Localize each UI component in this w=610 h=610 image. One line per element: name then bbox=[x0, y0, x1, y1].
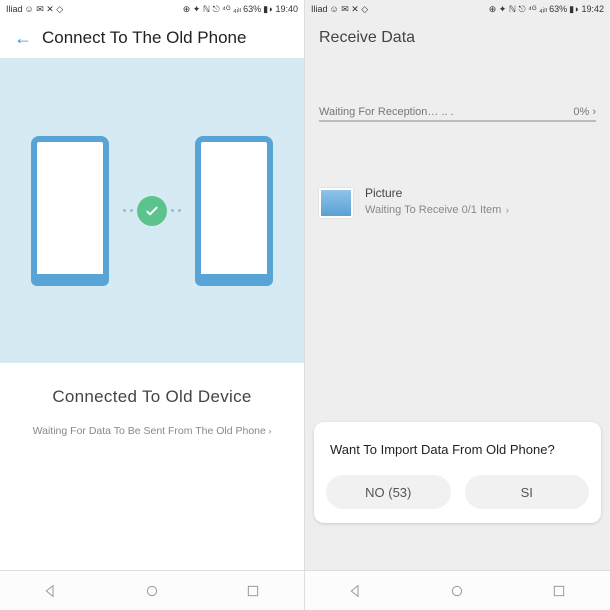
progress-label: Waiting For Reception… .. . bbox=[319, 106, 454, 118]
time-label: 19:42 bbox=[581, 4, 604, 14]
status-signal-icons: ⊕ ✦ ℕ ⎋ ⁴ᴳ ₄ᵢₗₗ bbox=[489, 4, 547, 15]
carrier-label: Iliad bbox=[311, 4, 328, 14]
back-arrow-icon[interactable]: ← bbox=[14, 28, 34, 49]
waiting-subtitle: Waiting For Data To Be Sent From The Old… bbox=[10, 425, 294, 437]
status-bar: Iliad ☺ ✉ ✕ ◇ ⊕ ✦ ℕ ⎋ ⁴ᴳ ₄ᵢₗₗ 63% ▮◗ 19:… bbox=[0, 0, 304, 18]
info-area: Connected To Old Device Waiting For Data… bbox=[0, 363, 304, 570]
yes-button[interactable]: SI bbox=[465, 475, 590, 509]
battery-icon: ▮◗ bbox=[569, 4, 579, 15]
header: Receive Data bbox=[305, 18, 610, 58]
nav-home-button[interactable] bbox=[437, 583, 477, 599]
dialog-text: Want To Import Data From Old Phone? bbox=[326, 442, 589, 457]
chevron-right-icon: › bbox=[503, 205, 509, 215]
chevron-right-icon: › bbox=[266, 426, 272, 436]
page-title: Receive Data bbox=[319, 29, 415, 47]
battery-label: 63% bbox=[243, 4, 261, 14]
list-item[interactable]: Picture Waiting To Receive 0/1 Item › bbox=[305, 126, 610, 218]
progress-bar bbox=[319, 120, 596, 122]
connection-illustration bbox=[0, 58, 304, 363]
battery-label: 63% bbox=[549, 4, 567, 14]
item-title: Picture bbox=[365, 186, 596, 200]
status-signal-icons: ⊕ ✦ ℕ ⎋ ⁴ᴳ ₄ᵢₗₗ bbox=[183, 4, 241, 15]
status-misc-icons: ☺ ✉ ✕ ◇ bbox=[330, 4, 369, 15]
nav-recents-button[interactable] bbox=[539, 583, 579, 599]
nav-back-button[interactable] bbox=[336, 583, 376, 599]
connected-title: Connected To Old Device bbox=[10, 387, 294, 407]
check-circle-icon bbox=[137, 196, 167, 226]
no-button[interactable]: NO (53) bbox=[326, 475, 451, 509]
picture-icon bbox=[319, 188, 353, 218]
progress-section: Waiting For Reception… .. . 0% › bbox=[305, 58, 610, 126]
carrier-label: Iliad bbox=[6, 4, 23, 14]
nav-recents-button[interactable] bbox=[233, 583, 273, 599]
status-misc-icons: ☺ ✉ ✕ ◇ bbox=[25, 4, 64, 15]
page-title: Connect To The Old Phone bbox=[42, 28, 246, 48]
nav-bar bbox=[0, 570, 304, 610]
new-phone-icon bbox=[195, 136, 273, 286]
header: ← Connect To The Old Phone bbox=[0, 18, 304, 58]
time-label: 19:40 bbox=[275, 4, 298, 14]
status-bar: Iliad ☺ ✉ ✕ ◇ ⊕ ✦ ℕ ⎋ ⁴ᴳ ₄ᵢₗₗ 63% ▮◗ 19:… bbox=[305, 0, 610, 18]
battery-icon: ▮◗ bbox=[263, 4, 273, 15]
progress-percent: 0% › bbox=[573, 106, 596, 118]
item-status: Waiting To Receive 0/1 Item › bbox=[365, 204, 596, 216]
old-phone-icon bbox=[31, 136, 109, 286]
nav-back-button[interactable] bbox=[31, 583, 71, 599]
nav-home-button[interactable] bbox=[132, 583, 172, 599]
connection-indicator bbox=[123, 196, 181, 226]
import-dialog: Want To Import Data From Old Phone? NO (… bbox=[314, 422, 601, 523]
nav-bar bbox=[305, 570, 610, 610]
